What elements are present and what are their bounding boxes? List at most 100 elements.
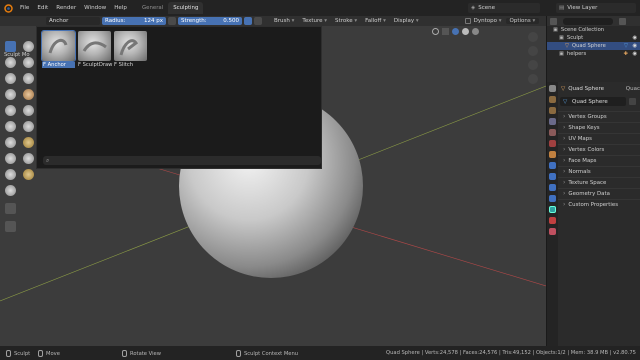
simplify-tool-icon[interactable] xyxy=(5,185,16,196)
scene-icon: ◈ xyxy=(471,5,476,11)
particles-tab-icon[interactable] xyxy=(549,173,556,180)
rotate-tool-icon[interactable] xyxy=(5,169,16,180)
editor-type-icon[interactable] xyxy=(550,17,557,25)
nudge-tool-icon[interactable] xyxy=(23,153,34,164)
filter-icon[interactable] xyxy=(619,17,626,25)
thumb-tool-icon[interactable] xyxy=(5,153,16,164)
menu-window[interactable]: Window xyxy=(80,5,110,11)
strength-pressure-icon[interactable] xyxy=(244,17,252,25)
mouse-right-icon xyxy=(236,350,241,357)
dyntopo-checkbox[interactable] xyxy=(464,18,471,24)
grid-icon[interactable] xyxy=(528,74,538,84)
tab-general[interactable]: General xyxy=(137,2,168,14)
constraints-tab-icon[interactable] xyxy=(549,195,556,202)
output-tab-icon[interactable] xyxy=(549,107,556,114)
flatten-tool-icon[interactable] xyxy=(5,105,16,116)
pressure-icon[interactable] xyxy=(168,17,176,25)
blob-tool-icon[interactable] xyxy=(23,73,34,84)
mesh-datablock-field[interactable]: ▽ Quad Sphere xyxy=(560,97,626,106)
modifier-tab-icon[interactable] xyxy=(549,162,556,169)
section-normals[interactable]: Normals xyxy=(558,166,640,176)
menu-file[interactable]: File xyxy=(16,5,33,11)
camera-icon[interactable] xyxy=(528,60,538,70)
fill-tool-icon[interactable] xyxy=(23,105,34,116)
snake-hook-tool-icon[interactable] xyxy=(23,137,34,148)
outliner-row-scene-collection[interactable]: ▣ Scene Collection xyxy=(547,26,640,34)
options-dropdown[interactable]: Options xyxy=(505,18,540,24)
grab-tool-icon[interactable] xyxy=(5,137,16,148)
outliner-label: Quad Sphere xyxy=(572,43,606,49)
direction-icon[interactable] xyxy=(254,17,262,25)
menu-help[interactable]: Help xyxy=(110,5,131,11)
section-face-maps[interactable]: Face Maps xyxy=(558,155,640,165)
blender-logo-icon[interactable] xyxy=(2,2,14,14)
pan-icon[interactable] xyxy=(528,46,538,56)
view-layer-selector[interactable]: ▤ View Layer xyxy=(556,3,636,13)
menu-edit[interactable]: Edit xyxy=(33,5,52,11)
brush-dropdown[interactable]: Brush xyxy=(270,18,298,24)
brush-selector[interactable]: Anchor xyxy=(46,17,100,25)
smooth-tool-icon[interactable] xyxy=(23,89,34,100)
outliner-row-sculpt[interactable]: ▣ Sculpt ◉ xyxy=(547,34,640,42)
section-vertex-colors[interactable]: Vertex Colors xyxy=(558,144,640,154)
shading-render-icon[interactable] xyxy=(472,28,479,35)
clay-strips-tool-icon[interactable] xyxy=(5,57,16,68)
scene-selector[interactable]: ◈ Scene xyxy=(468,3,540,13)
brush-thumb-slitch[interactable]: F Slitch xyxy=(114,31,147,69)
section-uv-maps[interactable]: UV Maps xyxy=(558,133,640,143)
mask-tool-icon[interactable] xyxy=(23,169,34,180)
brush-thumb-sculptdraw[interactable]: F SculptDraw xyxy=(78,31,112,69)
physics-tab-icon[interactable] xyxy=(549,184,556,191)
display-dropdown[interactable]: Display xyxy=(390,18,423,24)
section-texture-space[interactable]: Texture Space xyxy=(558,177,640,187)
section-vertex-groups[interactable]: Vertex Groups xyxy=(558,111,640,121)
status-sculpt: Sculpt xyxy=(6,350,30,357)
outliner-row-quad-sphere[interactable]: ▽ Quad Sphere ▽ ◉ xyxy=(547,42,640,50)
texture-tab-icon[interactable] xyxy=(549,228,556,235)
scene-tab-icon[interactable] xyxy=(549,129,556,136)
render-tab-icon[interactable] xyxy=(549,96,556,103)
outliner-row-helpers[interactable]: ▣ helpers ✚ ◉ xyxy=(547,50,640,58)
outliner-header xyxy=(547,16,640,26)
tab-sculpting[interactable]: Sculpting xyxy=(168,2,204,14)
section-shape-keys[interactable]: Shape Keys xyxy=(558,122,640,132)
annotate-tool-icon[interactable] xyxy=(5,221,16,232)
texture-dropdown[interactable]: Texture xyxy=(298,18,331,24)
scrape-tool-icon[interactable] xyxy=(5,121,16,132)
draw-tool-icon[interactable] xyxy=(5,41,16,52)
material-tab-icon[interactable] xyxy=(549,217,556,224)
shading-material-icon[interactable] xyxy=(462,28,469,35)
world-tab-icon[interactable] xyxy=(549,140,556,147)
brush-thumb-anchor[interactable]: F Anchor xyxy=(41,30,76,69)
stroke-dropdown[interactable]: Stroke xyxy=(331,18,361,24)
strength-field[interactable]: Strength: 0.500 xyxy=(178,17,242,25)
box-mask-tool-icon[interactable] xyxy=(5,203,16,214)
visibility-icon[interactable]: ◉ xyxy=(632,51,637,57)
data-tab-icon[interactable] xyxy=(549,206,556,213)
view-layer-tab-icon[interactable] xyxy=(549,118,556,125)
xray-icon[interactable] xyxy=(442,28,449,35)
section-custom-properties[interactable]: Custom Properties xyxy=(558,199,640,209)
falloff-dropdown[interactable]: Falloff xyxy=(361,18,390,24)
clay-tool-icon[interactable] xyxy=(23,41,34,52)
section-geometry-data[interactable]: Geometry Data xyxy=(558,188,640,198)
mouse-middle-icon xyxy=(122,350,127,357)
pinch-tool-icon[interactable] xyxy=(23,121,34,132)
menu-render[interactable]: Render xyxy=(52,5,80,11)
layer-tool-icon[interactable] xyxy=(23,57,34,68)
tool-tab-icon[interactable] xyxy=(549,85,556,92)
visibility-icon[interactable]: ◉ xyxy=(632,35,637,41)
radius-field[interactable]: Radius: 124 px xyxy=(102,17,166,25)
crease-tool-icon[interactable] xyxy=(5,89,16,100)
visibility-icon[interactable]: ◉ xyxy=(632,43,637,49)
zoom-icon[interactable] xyxy=(528,32,538,42)
brush-search-input[interactable]: ⌕ xyxy=(43,156,321,165)
shading-solid-icon[interactable] xyxy=(452,28,459,35)
overlay-icon[interactable] xyxy=(432,28,439,35)
object-tab-icon[interactable] xyxy=(549,151,556,158)
inflate-tool-icon[interactable] xyxy=(5,73,16,84)
dyntopo-dropdown[interactable]: Dyntopo xyxy=(474,18,506,24)
fake-user-icon[interactable] xyxy=(629,98,636,105)
search-field[interactable] xyxy=(563,17,613,25)
outliner-label: Scene Collection xyxy=(560,27,605,33)
